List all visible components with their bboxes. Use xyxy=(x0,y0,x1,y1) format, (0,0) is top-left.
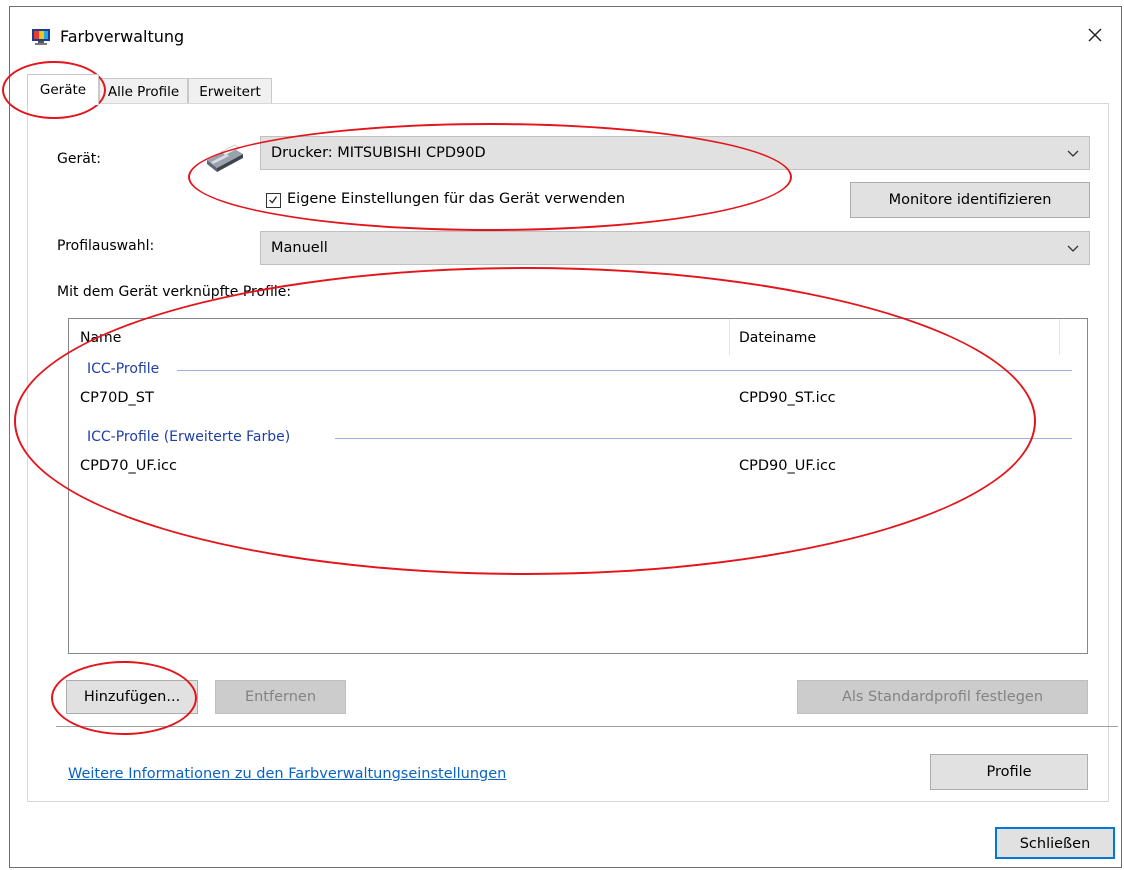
device-select[interactable]: Drucker: MITSUBISHI CPD90D xyxy=(260,136,1090,170)
column-separator[interactable] xyxy=(729,319,730,355)
checkmark-icon xyxy=(269,196,278,204)
group-divider-line xyxy=(177,370,1072,371)
table-row[interactable]: CP70D_ST CPD90_ST.icc xyxy=(70,387,1086,413)
profile-name-cell: CPD70_UF.icc xyxy=(80,458,177,474)
printer-icon xyxy=(207,144,243,172)
identify-monitors-button[interactable]: Monitore identifizieren xyxy=(850,182,1090,218)
column-header-filename[interactable]: Dateiname xyxy=(739,330,816,346)
chevron-down-icon xyxy=(1067,150,1079,157)
title-bar[interactable]: Farbverwaltung xyxy=(10,7,1121,59)
profile-filename-cell: CPD90_UF.icc xyxy=(739,458,836,474)
use-own-settings-label: Eigene Einstellungen für das Gerät verwe… xyxy=(287,191,626,207)
profile-selection-label: Profilauswahl: xyxy=(57,238,155,254)
chevron-down-icon xyxy=(1067,245,1079,252)
profile-selection-select[interactable]: Manuell xyxy=(260,231,1090,265)
profile-name-cell: CP70D_ST xyxy=(80,390,154,406)
checkbox-box[interactable] xyxy=(266,193,281,208)
profile-filename-cell: CPD90_ST.icc xyxy=(739,390,836,406)
group-title: ICC-Profile xyxy=(87,361,160,377)
window-title: Farbverwaltung xyxy=(60,27,185,46)
group-title: ICC-Profile (Erweiterte Farbe) xyxy=(87,429,291,445)
add-profile-button[interactable]: Hinzufügen... xyxy=(66,680,198,714)
close-icon[interactable] xyxy=(1081,21,1109,49)
associated-profiles-heading: Mit dem Gerät verknüpfte Profile: xyxy=(57,284,292,300)
separator-line xyxy=(56,726,1118,727)
group-divider-line xyxy=(335,438,1072,439)
tab-advanced[interactable]: Erweitert xyxy=(188,78,272,104)
profiles-button[interactable]: Profile xyxy=(930,754,1088,790)
close-button[interactable]: Schließen xyxy=(995,827,1115,859)
tab-devices[interactable]: Geräte xyxy=(27,74,99,105)
device-select-value: Drucker: MITSUBISHI CPD90D xyxy=(271,145,486,161)
group-header-icc-profiles: ICC-Profile xyxy=(87,361,1072,379)
table-row[interactable]: CPD70_UF.icc CPD90_UF.icc xyxy=(70,455,1086,481)
color-management-app-icon xyxy=(32,29,50,45)
more-info-link[interactable]: Weitere Informationen zu den Farbverwalt… xyxy=(68,766,506,782)
device-label: Gerät: xyxy=(57,151,102,167)
tab-all-profiles[interactable]: Alle Profile xyxy=(99,78,188,104)
column-separator[interactable] xyxy=(1059,319,1060,355)
set-default-profile-button[interactable]: Als Standardprofil festlegen xyxy=(797,680,1088,714)
remove-profile-button[interactable]: Entfernen xyxy=(215,680,346,714)
group-header-icc-profiles-extended: ICC-Profile (Erweiterte Farbe) xyxy=(87,429,1072,447)
column-header-name[interactable]: Name xyxy=(80,330,121,346)
devices-tab-panel: Gerät: Drucker: MITSUBISHI CPD90D Eigene… xyxy=(27,103,1118,802)
associated-profiles-list[interactable]: Name Dateiname ICC-Profile CP70D_ST CPD9… xyxy=(68,318,1088,654)
profile-selection-value: Manuell xyxy=(271,240,328,256)
color-management-window: Farbverwaltung Geräte Alle Profile Erwei… xyxy=(2,6,1122,868)
